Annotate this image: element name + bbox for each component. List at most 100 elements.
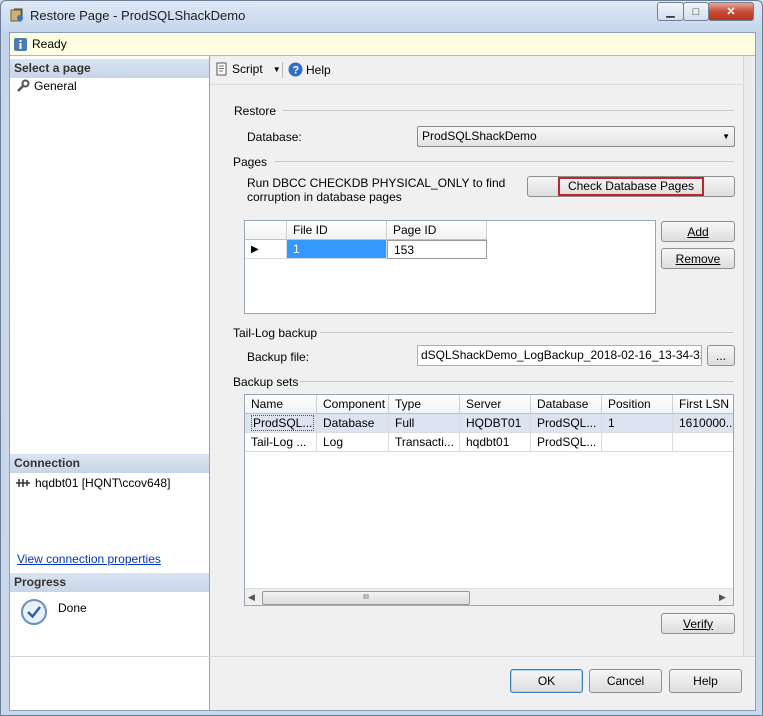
- remove-label: Remove: [675, 251, 721, 266]
- row-selector-icon[interactable]: ▶: [245, 240, 287, 259]
- script-icon: [215, 62, 229, 76]
- footer-help-label: Help: [693, 674, 718, 688]
- backup-file-input[interactable]: dSQLShackDemo_LogBackup_2018-02-16_13-34…: [417, 345, 702, 366]
- script-button[interactable]: Script ▼: [215, 62, 281, 76]
- page-item-general-label: General: [34, 79, 77, 93]
- status-info-icon: [13, 37, 28, 52]
- add-button[interactable]: Add: [661, 221, 735, 242]
- page-item-general[interactable]: General: [16, 78, 77, 94]
- app-icon: [9, 7, 25, 23]
- help-button[interactable]: ? Help: [288, 62, 331, 77]
- help-label: Help: [306, 62, 331, 77]
- verify-label: Verify: [682, 616, 713, 631]
- minimize-button[interactable]: ▁: [657, 2, 684, 21]
- toolbar-separator: [282, 62, 283, 78]
- bs-col-first-lsn[interactable]: First LSN: [673, 395, 733, 414]
- status-text: Ready: [32, 37, 67, 51]
- close-icon: ✕: [726, 6, 736, 18]
- bs-col-type[interactable]: Type: [389, 395, 460, 414]
- status-bar: Ready: [10, 33, 755, 56]
- progress-done-icon: [20, 598, 48, 626]
- maximize-icon: □: [692, 5, 700, 18]
- verify-button[interactable]: Verify: [661, 613, 735, 634]
- scroll-thumb[interactable]: III: [262, 591, 470, 605]
- chevron-down-icon: ▼: [722, 132, 730, 141]
- right-scrollbar[interactable]: [743, 56, 755, 656]
- bs-col-server[interactable]: Server: [460, 395, 531, 414]
- bs-row1-type[interactable]: Full: [389, 414, 460, 433]
- bs-col-position[interactable]: Position: [602, 395, 673, 414]
- backup-sets-grid[interactable]: Name Component Type Server Database Posi…: [244, 394, 734, 606]
- pages-row-file-id[interactable]: 1: [287, 240, 387, 259]
- connection-icon: [15, 476, 31, 490]
- bs-row2-position[interactable]: [602, 433, 673, 452]
- pages-grid[interactable]: File ID Page ID ▶ 1 153: [244, 220, 656, 314]
- scroll-left-icon[interactable]: ◀: [248, 592, 255, 603]
- connection-header: Connection: [10, 454, 209, 473]
- pages-description-line2: corruption in database pages: [247, 190, 402, 204]
- horizontal-scrollbar[interactable]: ◀ III ▶: [245, 588, 733, 605]
- script-label: Script: [232, 62, 263, 76]
- ok-button[interactable]: OK: [510, 669, 583, 693]
- taillog-group-rule: [320, 332, 734, 333]
- cancel-button[interactable]: Cancel: [589, 669, 662, 693]
- pages-row-page-id[interactable]: 153: [387, 240, 487, 259]
- scroll-grip-icon: III: [363, 594, 369, 601]
- dialog-client: Ready Select a page General Connection h…: [9, 32, 756, 711]
- browse-backup-file-button[interactable]: ...: [707, 345, 735, 366]
- minimize-icon: ▁: [666, 6, 675, 18]
- bs-row2-first-lsn[interactable]: [673, 433, 733, 452]
- browse-label: ...: [715, 348, 726, 363]
- remove-button[interactable]: Remove: [661, 248, 735, 269]
- script-dropdown-icon[interactable]: ▼: [273, 65, 281, 74]
- pages-col-page-id[interactable]: Page ID: [387, 221, 487, 240]
- check-database-pages-button[interactable]: Check Database Pages: [527, 176, 735, 197]
- taillog-group-label: Tail-Log backup: [233, 326, 318, 340]
- ok-label: OK: [537, 674, 556, 688]
- add-label: Add: [687, 224, 709, 239]
- view-connection-properties-link[interactable]: View connection properties: [17, 552, 161, 566]
- toolbar-bottom-rule: [210, 84, 742, 85]
- bs-row1-server[interactable]: HQDBT01: [460, 414, 531, 433]
- database-select-value: ProdSQLShackDemo: [422, 129, 537, 143]
- pages-col-file-id[interactable]: File ID: [287, 221, 387, 240]
- restore-page-window: Restore Page - ProdSQLShackDemo ▁ □ ✕ Re…: [0, 0, 763, 716]
- check-database-pages-label: Check Database Pages: [557, 177, 705, 196]
- bs-row2-server[interactable]: hqdbt01: [460, 433, 531, 452]
- bs-row1-first-lsn[interactable]: 1610000...: [673, 414, 733, 433]
- database-label: Database:: [247, 130, 302, 144]
- bs-row2-component[interactable]: Log: [317, 433, 389, 452]
- backup-file-value: dSQLShackDemo_LogBackup_2018-02-16_13-34…: [421, 348, 702, 362]
- bs-row1-component[interactable]: Database: [317, 414, 389, 433]
- window-title: Restore Page - ProdSQLShackDemo: [30, 8, 246, 23]
- progress-header: Progress: [10, 573, 209, 592]
- pages-grid-corner: [245, 221, 287, 240]
- pages-description-line1: Run DBCC CHECKDB PHYSICAL_ONLY to find: [247, 176, 506, 190]
- bs-row2-database[interactable]: ProdSQL...: [531, 433, 602, 452]
- maximize-button[interactable]: □: [683, 2, 709, 21]
- connection-text: hqdbt01 [HQNT\ccov648]: [35, 476, 171, 490]
- bs-col-component[interactable]: Component: [317, 395, 389, 414]
- bs-col-database[interactable]: Database: [531, 395, 602, 414]
- backup-file-label: Backup file:: [247, 350, 310, 364]
- wrench-icon: [16, 79, 30, 93]
- bs-row2-type[interactable]: Transacti...: [389, 433, 460, 452]
- restore-group-label: Restore: [234, 104, 277, 118]
- progress-text: Done: [58, 601, 87, 615]
- bs-col-name[interactable]: Name: [245, 395, 317, 414]
- backupsets-group-rule: [300, 381, 734, 382]
- bs-row1-position[interactable]: 1: [602, 414, 673, 433]
- footer-rule: [10, 656, 755, 657]
- database-select[interactable]: ProdSQLShackDemo ▼: [417, 126, 735, 147]
- pages-group-label: Pages: [233, 155, 268, 169]
- scroll-right-icon[interactable]: ▶: [719, 592, 726, 603]
- close-button[interactable]: ✕: [708, 2, 754, 21]
- footer-help-button[interactable]: Help: [669, 669, 742, 693]
- toolbar: Script ▼ ? Help: [210, 56, 755, 84]
- bs-row1-database[interactable]: ProdSQL...: [531, 414, 602, 433]
- left-pane: Select a page General Connection hqdbt01…: [10, 56, 210, 710]
- bs-row2-name[interactable]: Tail-Log ...: [245, 433, 317, 452]
- pages-group-rule: [275, 161, 734, 162]
- bs-row1-name[interactable]: ProdSQL...: [245, 414, 317, 433]
- select-page-header: Select a page: [10, 59, 209, 78]
